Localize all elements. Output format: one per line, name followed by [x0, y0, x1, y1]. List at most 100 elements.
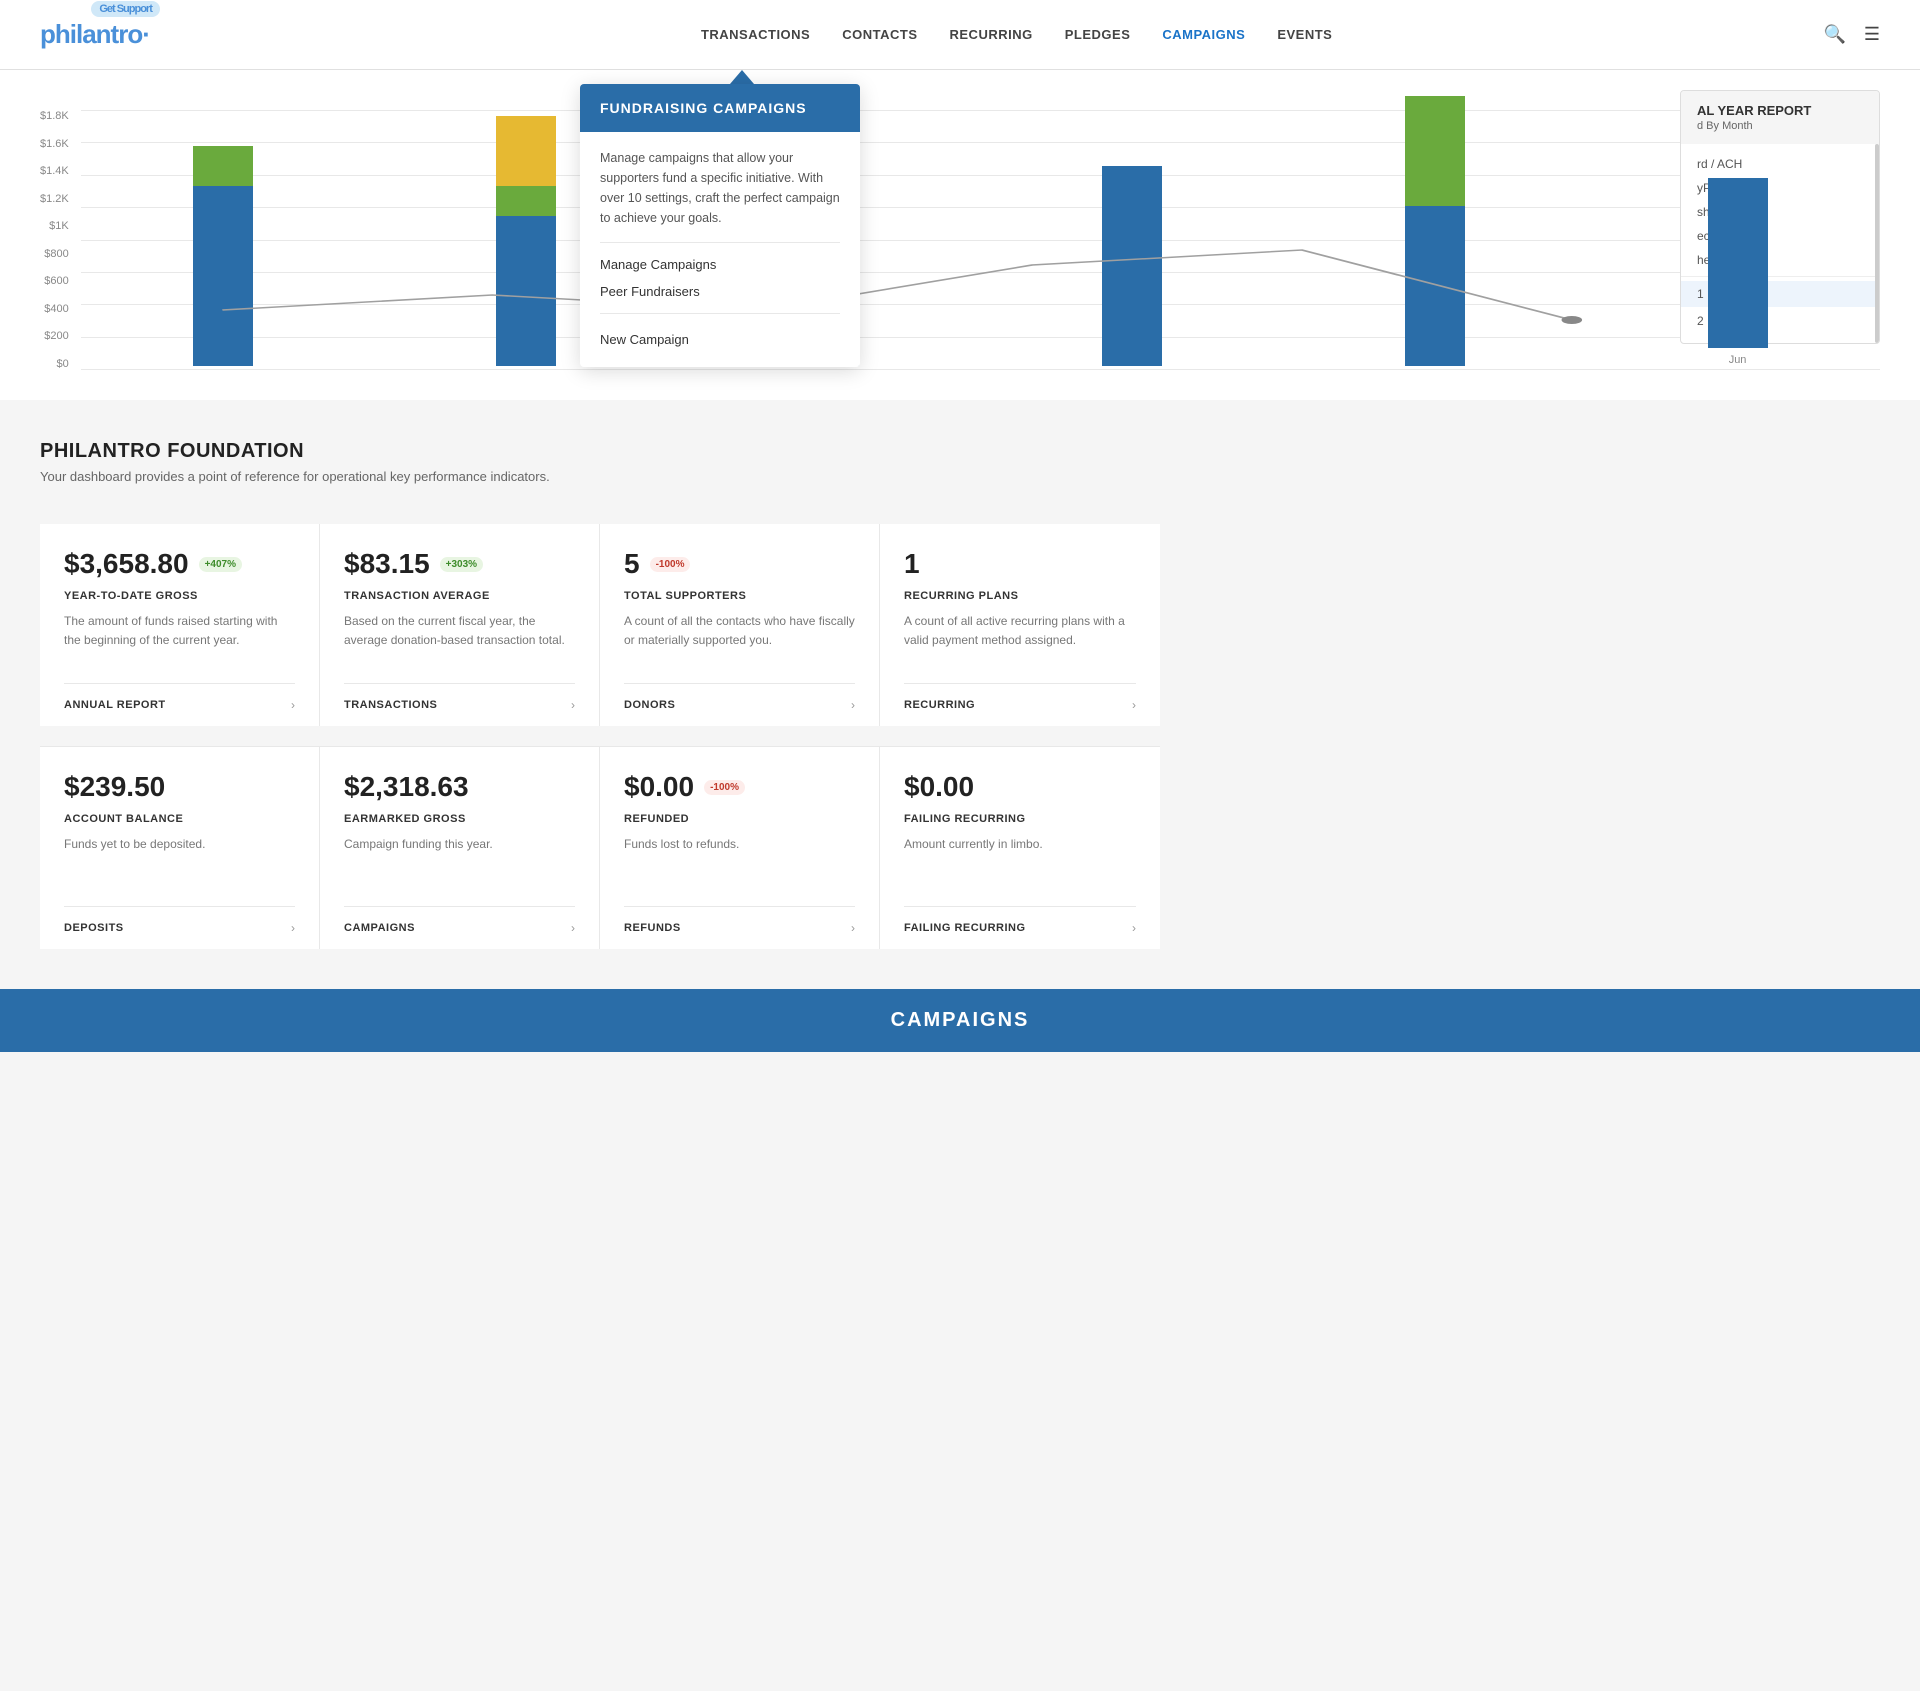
kpi-label-refunded: REFUNDED: [624, 813, 855, 825]
bar-stack-1: [193, 146, 253, 366]
bar-yellow-2: [496, 116, 556, 186]
kpi-arrow-avg: ›: [571, 698, 575, 712]
kpi-value-ytd: $3,658.80: [64, 548, 189, 580]
kpi-button-failing[interactable]: FAILING RECURRING ›: [904, 906, 1136, 949]
kpi-button-ytd[interactable]: ANNUAL REPORT ›: [64, 683, 295, 726]
logo-text: philantro: [40, 19, 142, 49]
kpi-button-label-ytd: ANNUAL REPORT: [64, 699, 166, 711]
dropdown-body: Manage campaigns that allow your support…: [580, 132, 860, 367]
kpi-desc-earmarked: Campaign funding this year.: [344, 835, 575, 890]
logo[interactable]: philantro· Get Support: [40, 19, 150, 50]
nav-contacts[interactable]: CONTACTS: [842, 27, 917, 42]
kpi-label-earmarked: EARMARKED GROSS: [344, 813, 575, 825]
kpi-card-supporters: 5 -100% TOTAL SUPPORTERS A count of all …: [600, 524, 880, 726]
kpi-button-recurring[interactable]: RECURRING ›: [904, 683, 1136, 726]
dropdown-description: Manage campaigns that allow your support…: [600, 148, 840, 228]
main-nav: TRANSACTIONS CONTACTS RECURRING PLEDGES …: [210, 27, 1824, 42]
kpi-desc-refunded: Funds lost to refunds.: [624, 835, 855, 890]
get-support-badge[interactable]: Get Support: [91, 1, 160, 17]
y-label-800: $800: [40, 248, 69, 260]
kpi-card-balance: $239.50 ACCOUNT BALANCE Funds yet to be …: [40, 746, 320, 949]
kpi-arrow-earmarked: ›: [571, 921, 575, 935]
bar-group-5: [1292, 96, 1577, 366]
kpi-button-label-earmarked: CAMPAIGNS: [344, 922, 415, 934]
y-label-1600: $1.6K: [40, 138, 69, 150]
y-label-600: $600: [40, 275, 69, 287]
dropdown-arrow: [730, 70, 754, 84]
dropdown-divider-2: [600, 313, 840, 314]
kpi-badge-supporters: -100%: [650, 557, 691, 572]
menu-icon[interactable]: ☰: [1864, 24, 1880, 45]
bar-blue-4: [1102, 166, 1162, 366]
kpi-value-row-8: $0.00: [904, 771, 1136, 803]
kpi-card-earmarked: $2,318.63 EARMARKED GROSS Campaign fundi…: [320, 746, 600, 949]
kpi-desc-failing: Amount currently in limbo.: [904, 835, 1136, 890]
kpi-value-row-3: 5 -100%: [624, 548, 855, 580]
kpi-desc-balance: Funds yet to be deposited.: [64, 835, 295, 890]
chart-y-axis: $1.8K $1.6K $1.4K $1.2K $1K $800 $600 $4…: [40, 110, 69, 370]
kpi-value-row-6: $2,318.63: [344, 771, 575, 803]
kpi-arrow-ytd: ›: [291, 698, 295, 712]
kpi-label-balance: ACCOUNT BALANCE: [64, 813, 295, 825]
peer-fundraisers-link[interactable]: Peer Fundraisers: [600, 278, 840, 305]
org-name: PHILANTRO FOUNDATION: [40, 440, 1160, 463]
y-label-200: $200: [40, 330, 69, 342]
dashboard: PHILANTRO FOUNDATION Your dashboard prov…: [0, 400, 1200, 969]
kpi-arrow-failing: ›: [1132, 921, 1136, 935]
bar-label-jun: Jun: [1729, 354, 1747, 366]
bar-stack-6: [1708, 178, 1768, 348]
kpi-desc-avg: Based on the current fiscal year, the av…: [344, 612, 575, 667]
nav-pledges[interactable]: PLEDGES: [1065, 27, 1131, 42]
nav-campaigns[interactable]: CAMPAIGNS: [1162, 27, 1245, 42]
kpi-button-avg[interactable]: TRANSACTIONS ›: [344, 683, 575, 726]
kpi-row-1: $3,658.80 +407% YEAR-TO-DATE GROSS The a…: [40, 524, 1160, 726]
kpi-label-supporters: TOTAL SUPPORTERS: [624, 590, 855, 602]
y-label-1000: $1K: [40, 220, 69, 232]
kpi-row-2: $239.50 ACCOUNT BALANCE Funds yet to be …: [40, 746, 1160, 949]
y-label-1400: $1.4K: [40, 165, 69, 177]
kpi-card-avg: $83.15 +303% TRANSACTION AVERAGE Based o…: [320, 524, 600, 726]
header: philantro· Get Support TRANSACTIONS CONT…: [0, 0, 1920, 70]
kpi-label-recurring: RECURRING PLANS: [904, 590, 1136, 602]
bottom-bar-label: CAMPAIGNS: [891, 1009, 1030, 1031]
bar-stack-5: [1405, 96, 1465, 366]
kpi-button-refunded[interactable]: REFUNDS ›: [624, 906, 855, 949]
y-label-1800: $1.8K: [40, 110, 69, 122]
chart-bars: Jun: [81, 110, 1880, 370]
manage-campaigns-link[interactable]: Manage Campaigns: [600, 251, 840, 278]
nav-events[interactable]: EVENTS: [1277, 27, 1332, 42]
kpi-button-label-failing: FAILING RECURRING: [904, 922, 1026, 934]
bottom-bar: CAMPAIGNS: [0, 989, 1920, 1052]
kpi-desc-recurring: A count of all active recurring plans wi…: [904, 612, 1136, 667]
kpi-value-row-1: $3,658.80 +407%: [64, 548, 295, 580]
kpi-badge-ytd: +407%: [199, 557, 242, 572]
kpi-button-balance[interactable]: DEPOSITS ›: [64, 906, 295, 949]
new-campaign-link[interactable]: New Campaign: [600, 322, 840, 351]
y-label-0: $0: [40, 358, 69, 370]
kpi-card-ytd: $3,658.80 +407% YEAR-TO-DATE GROSS The a…: [40, 524, 320, 726]
kpi-badge-refunded: -100%: [704, 780, 745, 795]
kpi-value-earmarked: $2,318.63: [344, 771, 469, 803]
kpi-button-label-balance: DEPOSITS: [64, 922, 124, 934]
kpi-arrow-supporters: ›: [851, 698, 855, 712]
search-icon[interactable]: 🔍: [1823, 24, 1845, 45]
nav-recurring[interactable]: RECURRING: [950, 27, 1033, 42]
bar-green-1: [193, 146, 253, 186]
dropdown-menu: FUNDRAISING CAMPAIGNS Manage campaigns t…: [580, 84, 860, 367]
kpi-button-label-supporters: DONORS: [624, 699, 675, 711]
kpi-desc-supporters: A count of all the contacts who have fis…: [624, 612, 855, 667]
kpi-button-label-avg: TRANSACTIONS: [344, 699, 437, 711]
kpi-card-failing: $0.00 FAILING RECURRING Amount currently…: [880, 746, 1160, 949]
kpi-value-row-7: $0.00 -100%: [624, 771, 855, 803]
bar-green-2: [496, 186, 556, 216]
bar-green-5: [1405, 96, 1465, 206]
kpi-value-supporters: 5: [624, 548, 640, 580]
bar-blue-6: [1708, 178, 1768, 348]
nav-transactions[interactable]: TRANSACTIONS: [701, 27, 810, 42]
kpi-value-avg: $83.15: [344, 548, 430, 580]
chart-container: $1.8K $1.6K $1.4K $1.2K $1K $800 $600 $4…: [40, 90, 1880, 370]
kpi-button-supporters[interactable]: DONORS ›: [624, 683, 855, 726]
bar-group-1: [81, 146, 366, 366]
kpi-value-balance: $239.50: [64, 771, 165, 803]
kpi-button-earmarked[interactable]: CAMPAIGNS ›: [344, 906, 575, 949]
